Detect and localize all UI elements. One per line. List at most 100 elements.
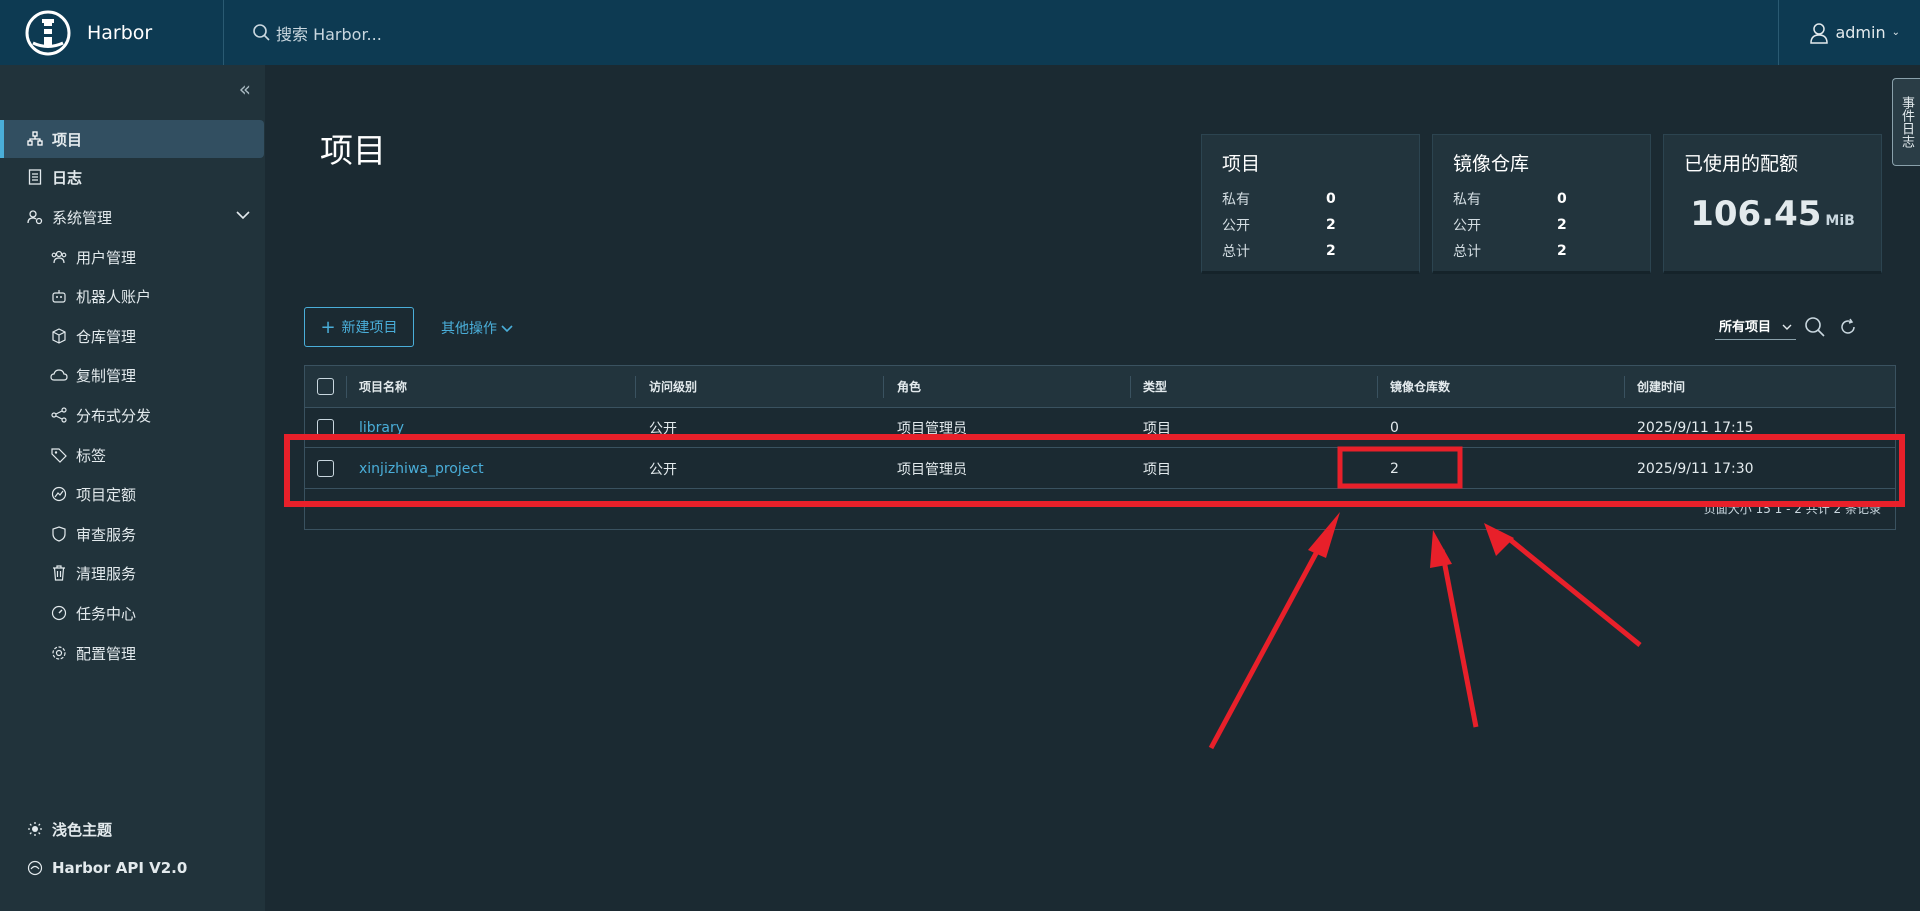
sidebar-item-quotas[interactable]: 项目定额 [0,475,264,513]
user-menu[interactable]: admin ⌄ [1809,22,1900,44]
table-row: xinjizhiwa_project 公开 项目管理员 项目 2 2025/9/… [305,449,1895,489]
users-icon [50,248,68,266]
public-label: 公开 [1453,218,1481,234]
creation-time: 2025/9/11 17:15 [1637,419,1754,436]
column-header[interactable]: 访问级别 [649,366,697,407]
row-checkbox[interactable] [317,419,334,436]
column-header[interactable]: 角色 [897,366,921,407]
more-actions-button[interactable]: 其他操作 [441,318,514,338]
sidebar-item-label: 机器人账户 [76,287,152,306]
type: 项目 [1143,420,1171,437]
chevron-down-icon [1782,324,1792,330]
card-title: 项目 [1222,153,1261,175]
sidebar-item-interrogation[interactable]: 审查服务 [0,515,264,553]
sidebar-item-replications[interactable]: 复制管理 [0,356,264,394]
repos-summary-card: 镜像仓库 私有 0 公开 2 总计 2 [1432,134,1651,274]
column-header[interactable]: 创建时间 [1637,366,1685,407]
theme-label: 浅色主题 [52,820,113,839]
sidebar-item-logs[interactable]: 日志 [0,158,264,196]
new-project-button[interactable]: + 新建项目 [304,307,414,347]
project-filter: 所有项目 [1715,314,1858,340]
table-header: 项目名称 访问级别 角色 类型 镜像仓库数 创建时间 [305,366,1895,408]
sidebar-item-distribution[interactable]: 分布式分发 [0,396,264,434]
quota-unit: MiB [1825,213,1855,229]
filter-value: 所有项目 [1719,320,1772,335]
sidebar-item-admin[interactable]: 系统管理 [0,198,264,236]
collapse-sidebar-icon[interactable]: « [239,77,251,101]
projects-table: 项目名称 访问级别 角色 类型 镜像仓库数 创建时间 library 公开 项目… [304,365,1896,530]
sidebar-item-users[interactable]: 用户管理 [0,238,264,276]
sidebar-item-cleanup[interactable]: 清理服务 [0,554,264,592]
shield-icon [50,525,68,543]
brand[interactable]: Harbor [0,0,224,65]
total-label: 总计 [1453,244,1481,260]
column-header[interactable]: 类型 [1143,366,1167,407]
global-search[interactable]: 搜索 Harbor... [252,21,382,45]
creation-time: 2025/9/11 17:30 [1637,460,1754,477]
sidebar-item-config[interactable]: 配置管理 [0,634,264,672]
sidebar-item-label: 审查服务 [76,525,137,544]
sidebar-item-robots[interactable]: 机器人账户 [0,277,264,315]
column-header[interactable]: 镜像仓库数 [1390,366,1450,407]
theme-toggle[interactable]: 浅色主题 [0,810,264,848]
project-name-link[interactable]: xinjizhiwa_project [359,449,484,488]
total-count: 2 [1557,243,1567,259]
distribution-icon [50,406,68,424]
sidebar-item-label: 用户管理 [76,248,137,267]
sidebar-item-label: 仓库管理 [76,327,137,346]
type: 项目 [1143,461,1171,478]
table-row: library 公开 项目管理员 项目 0 2025/9/11 17:15 [305,408,1895,448]
more-actions-label: 其他操作 [441,321,497,337]
quota-value: 106.45 [1690,194,1822,234]
sidebar-item-label: 项目 [52,130,83,149]
sidebar-item-label: 分布式分发 [76,406,152,425]
access-level: 公开 [649,461,677,478]
sidebar-item-label: 系统管理 [52,208,113,227]
page-title: 项目 [320,131,386,170]
project-name-link[interactable]: library [359,408,404,447]
chevron-down-icon: ⌄ [1891,27,1900,38]
row-checkbox[interactable] [317,460,334,477]
sidebar: « 项目 日志 系统管理 用户管理 机器人账户 仓库管理 复制管理 分布式分发 … [0,65,265,911]
private-count: 0 [1557,191,1567,207]
refresh-icon[interactable] [1838,317,1858,337]
annotation-arrows [1208,512,1642,750]
public-count: 2 [1326,217,1336,233]
sidebar-item-label: 复制管理 [76,366,137,385]
pagination: 页面大小 15 1 - 2 共计 2 条记录 [1703,502,1881,516]
card-title: 镜像仓库 [1453,153,1530,175]
sidebar-item-label: 标签 [76,446,107,465]
sidebar-item-registries[interactable]: 仓库管理 [0,317,264,355]
sidebar-item-label: 配置管理 [76,644,137,663]
role: 项目管理员 [897,461,967,478]
top-header: Harbor 搜索 Harbor... admin ⌄ [0,0,1920,65]
quota-icon [50,485,68,503]
public-count: 2 [1557,217,1567,233]
event-log-tab[interactable]: 事件日志 [1892,78,1920,166]
private-count: 0 [1326,191,1336,207]
access-level: 公开 [649,420,677,437]
project-filter-select[interactable]: 所有项目 [1715,314,1796,340]
role: 项目管理员 [897,420,967,437]
log-icon [26,168,44,186]
repo-count: 2 [1390,460,1399,477]
sidebar-item-label: 任务中心 [76,604,137,623]
column-header[interactable]: 项目名称 [359,366,407,407]
sidebar-item-label: 清理服务 [76,564,137,583]
search-icon[interactable] [1804,316,1826,338]
search-icon [253,23,270,41]
tag-icon [50,446,68,464]
sidebar-item-jobs[interactable]: 任务中心 [0,594,264,632]
chevron-down-icon [501,325,514,333]
sun-icon [26,820,44,838]
private-label: 私有 [1453,192,1481,208]
harbor-api-link[interactable]: Harbor API V2.0 [0,849,264,887]
quota-summary-card: 已使用的配额 106.45 MiB [1663,134,1882,274]
admin-icon [26,208,44,226]
public-label: 公开 [1222,218,1250,234]
replication-icon [50,366,68,384]
projects-icon [26,130,44,148]
sidebar-item-labels[interactable]: 标签 [0,436,264,474]
sidebar-item-projects[interactable]: 项目 [0,120,264,158]
select-all-checkbox[interactable] [317,378,334,395]
